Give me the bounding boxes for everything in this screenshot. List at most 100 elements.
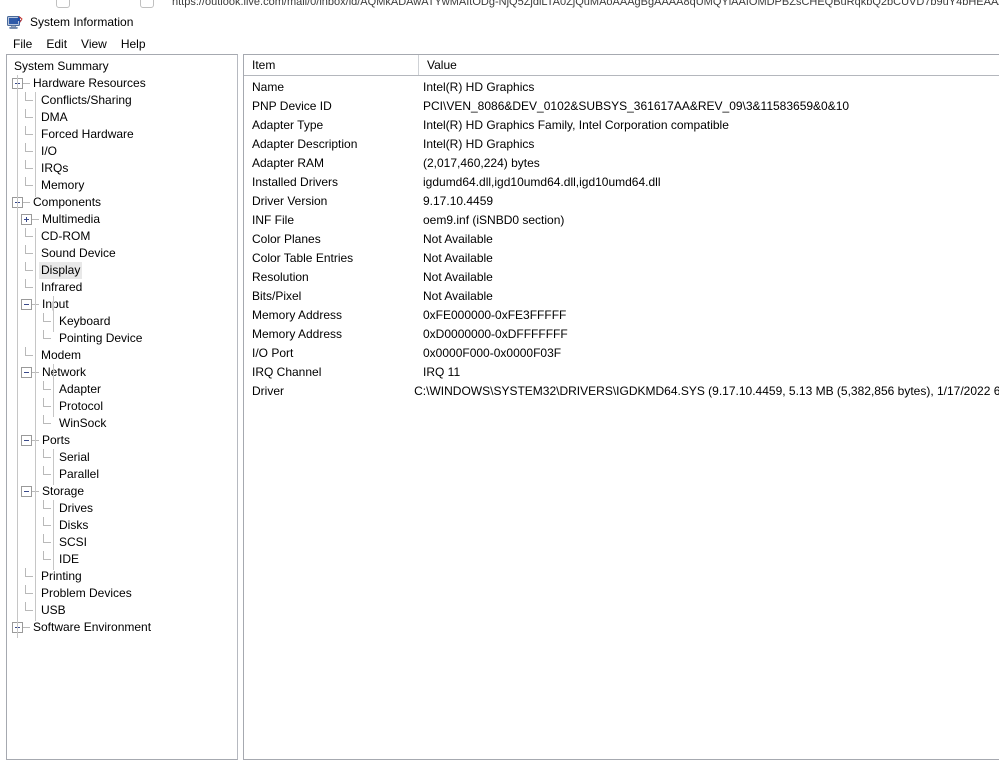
- tree-item-display[interactable]: Display: [7, 262, 237, 279]
- details-item-cell: Resolution: [244, 270, 419, 284]
- tree-indent: [7, 211, 21, 228]
- details-row[interactable]: IRQ ChannelIRQ 11: [244, 362, 999, 381]
- tree-item-memory[interactable]: Memory: [7, 177, 237, 194]
- tree-item-drives[interactable]: Drives: [7, 500, 237, 517]
- details-row[interactable]: Adapter TypeIntel(R) HD Graphics Family,…: [244, 115, 999, 134]
- tree-item-label: Conflicts/Sharing: [39, 92, 134, 109]
- column-header-value[interactable]: Value: [419, 55, 999, 75]
- tree-item-forced-hardware[interactable]: Forced Hardware: [7, 126, 237, 143]
- tree-item-winsock[interactable]: WinSock: [7, 415, 237, 432]
- tree-item-adapter[interactable]: Adapter: [7, 381, 237, 398]
- collapse-minus-icon[interactable]: [21, 435, 32, 446]
- details-value-cell: Intel(R) HD Graphics Family, Intel Corpo…: [419, 118, 999, 132]
- details-row[interactable]: Color Table EntriesNot Available: [244, 248, 999, 267]
- menu-view[interactable]: View: [74, 36, 114, 52]
- system-information-icon: [7, 14, 23, 30]
- tree-item-software-environment[interactable]: Software Environment: [7, 619, 237, 636]
- tree-indent: [7, 58, 12, 75]
- details-value-cell: Not Available: [419, 251, 999, 265]
- tree-item-i-o[interactable]: I/O: [7, 143, 237, 160]
- collapse-minus-icon[interactable]: [21, 367, 32, 378]
- details-row[interactable]: Adapter RAM(2,017,460,224) bytes: [244, 153, 999, 172]
- details-row[interactable]: Bits/PixelNot Available: [244, 286, 999, 305]
- tree-guide-components: [35, 228, 36, 621]
- tree-item-storage[interactable]: Storage: [7, 483, 237, 500]
- details-value-cell: Not Available: [419, 232, 999, 246]
- details-value-cell: IRQ 11: [419, 365, 999, 379]
- tree-item-label: Infrared: [39, 279, 84, 296]
- tree-item-system-summary[interactable]: System Summary: [7, 58, 237, 75]
- details-row[interactable]: I/O Port0x0000F000-0x0000F03F: [244, 343, 999, 362]
- tree-item-input[interactable]: Input: [7, 296, 237, 313]
- tree-connector: [23, 627, 30, 628]
- tree-item-sound-device[interactable]: Sound Device: [7, 245, 237, 262]
- tree-item-infrared[interactable]: Infrared: [7, 279, 237, 296]
- tree-item-label: Adapter: [57, 381, 103, 398]
- tree-item-label: Drives: [57, 500, 95, 517]
- details-row[interactable]: DriverC:\WINDOWS\SYSTEM32\DRIVERS\IGDKMD…: [244, 381, 999, 400]
- tree-item-printing[interactable]: Printing: [7, 568, 237, 585]
- tree-item-label: IRQs: [39, 160, 70, 177]
- tree-item-label: Modem: [39, 347, 83, 364]
- details-value-cell: PCI\VEN_8086&DEV_0102&SUBSYS_361617AA&RE…: [419, 99, 999, 113]
- tree-item-irqs[interactable]: IRQs: [7, 160, 237, 177]
- menu-help[interactable]: Help: [114, 36, 153, 52]
- tree-item-keyboard[interactable]: Keyboard: [7, 313, 237, 330]
- tree-item-parallel[interactable]: Parallel: [7, 466, 237, 483]
- details-row[interactable]: Installed Driversigdumd64.dll,igd10umd64…: [244, 172, 999, 191]
- tree-item-multimedia[interactable]: Multimedia: [7, 211, 237, 228]
- column-header-item[interactable]: Item: [244, 55, 419, 75]
- tree-item-hardware-resources[interactable]: Hardware Resources: [7, 75, 237, 92]
- tree-connector: [21, 126, 39, 143]
- tree-indent: [7, 143, 21, 160]
- tree-item-conflicts-sharing[interactable]: Conflicts/Sharing: [7, 92, 237, 109]
- tree-item-label: Input: [40, 296, 71, 313]
- menu-edit[interactable]: Edit: [39, 36, 74, 52]
- tree-connector: [21, 602, 39, 619]
- details-item-cell: Memory Address: [244, 327, 419, 341]
- tree-item-protocol[interactable]: Protocol: [7, 398, 237, 415]
- tree-item-problem-devices[interactable]: Problem Devices: [7, 585, 237, 602]
- details-row[interactable]: Color PlanesNot Available: [244, 229, 999, 248]
- collapse-minus-icon[interactable]: [21, 299, 32, 310]
- expand-plus-icon[interactable]: [21, 214, 32, 225]
- tree-item-network[interactable]: Network: [7, 364, 237, 381]
- tree-connector: [21, 262, 39, 279]
- menu-file[interactable]: File: [6, 36, 39, 52]
- tree-item-label: Disks: [57, 517, 90, 534]
- details-row[interactable]: Memory Address0xFE000000-0xFE3FFFFF: [244, 305, 999, 324]
- tree-item-pointing-device[interactable]: Pointing Device: [7, 330, 237, 347]
- tree-connector: [21, 160, 39, 177]
- details-rows: NameIntel(R) HD GraphicsPNP Device IDPCI…: [244, 76, 999, 400]
- tree-item-ide[interactable]: IDE: [7, 551, 237, 568]
- details-row[interactable]: NameIntel(R) HD Graphics: [244, 77, 999, 96]
- tree-item-usb[interactable]: USB: [7, 602, 237, 619]
- details-value-cell: igdumd64.dll,igd10umd64.dll,igd10umd64.d…: [419, 175, 999, 189]
- tree-indent: [7, 602, 21, 619]
- details-list-pane[interactable]: Item Value NameIntel(R) HD GraphicsPNP D…: [243, 54, 999, 760]
- navigation-tree-pane[interactable]: System SummaryHardware ResourcesConflict…: [6, 54, 238, 760]
- details-row[interactable]: Memory Address0xD0000000-0xDFFFFFFF: [244, 324, 999, 343]
- collapse-minus-icon[interactable]: [21, 486, 32, 497]
- tree-indent: [7, 364, 21, 381]
- tree-item-label: Network: [40, 364, 88, 381]
- tree-item-dma[interactable]: DMA: [7, 109, 237, 126]
- tree-connector: [21, 585, 39, 602]
- tree-item-disks[interactable]: Disks: [7, 517, 237, 534]
- tree-item-cd-rom[interactable]: CD-ROM: [7, 228, 237, 245]
- tree-item-modem[interactable]: Modem: [7, 347, 237, 364]
- tree-item-scsi[interactable]: SCSI: [7, 534, 237, 551]
- tree-item-ports[interactable]: Ports: [7, 432, 237, 449]
- tree-item-components[interactable]: Components: [7, 194, 237, 211]
- details-row[interactable]: INF Fileoem9.inf (iSNBD0 section): [244, 210, 999, 229]
- details-row[interactable]: Driver Version9.17.10.4459: [244, 191, 999, 210]
- tree-connector: [39, 330, 57, 347]
- details-row[interactable]: PNP Device IDPCI\VEN_8086&DEV_0102&SUBSY…: [244, 96, 999, 115]
- tree-connector: [39, 466, 57, 483]
- tree-item-serial[interactable]: Serial: [7, 449, 237, 466]
- tree-connector: [21, 177, 39, 194]
- tree-guide-root: [17, 75, 18, 638]
- details-row[interactable]: Adapter DescriptionIntel(R) HD Graphics: [244, 134, 999, 153]
- menu-bar: File Edit View Help: [0, 34, 999, 53]
- details-row[interactable]: ResolutionNot Available: [244, 267, 999, 286]
